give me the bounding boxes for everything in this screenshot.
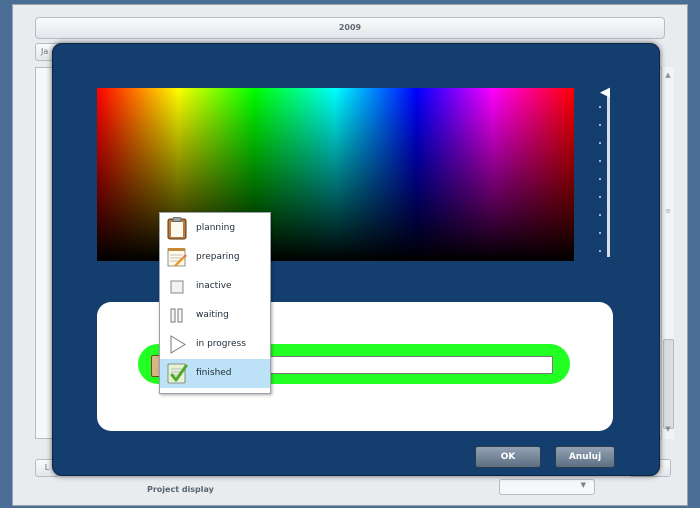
clipboard-icon: [165, 216, 189, 240]
cancel-button[interactable]: Anuluj: [555, 446, 615, 468]
slider-tick: [599, 196, 601, 198]
menu-item-finished[interactable]: finished: [160, 359, 270, 388]
scroll-down-icon[interactable]: ▼: [662, 425, 674, 435]
slider-tick: [599, 250, 601, 252]
scroll-up-icon[interactable]: ▲: [662, 71, 674, 81]
vertical-scrollbar[interactable]: ▲ ≡ ▼: [661, 67, 674, 439]
menu-item-in-progress[interactable]: in progress: [160, 330, 270, 359]
play-icon: [165, 332, 189, 356]
menu-item-label: in progress: [196, 339, 246, 349]
scroll-thumb[interactable]: [663, 339, 674, 429]
slider-tick: [599, 232, 601, 234]
slider-tick: [599, 124, 601, 126]
scroll-grip-icon: ≡: [665, 207, 671, 215]
notepad-pencil-icon: [165, 245, 189, 269]
slider-tick: [599, 142, 601, 144]
menu-item-label: inactive: [196, 281, 232, 291]
slider-tick: [599, 106, 601, 108]
slider-tick: [599, 214, 601, 216]
slider-tick: [599, 160, 601, 162]
menu-item-inactive[interactable]: inactive: [160, 272, 270, 301]
menu-item-label: preparing: [196, 252, 240, 262]
menu-item-preparing[interactable]: preparing: [160, 243, 270, 272]
pause-icon: [165, 303, 189, 327]
checklist-icon: [165, 361, 189, 385]
square-icon: [165, 274, 189, 298]
color-picker-dialog: ◀ OK Anuluj: [52, 43, 660, 476]
menu-item-waiting[interactable]: waiting: [160, 301, 270, 330]
ok-button[interactable]: OK: [475, 446, 541, 468]
menu-item-label: finished: [196, 368, 232, 378]
chevron-down-icon: ▼: [580, 481, 586, 489]
project-name-input[interactable]: [223, 356, 553, 374]
slider-handle-icon[interactable]: ◀: [600, 86, 610, 99]
project-display-select[interactable]: ▼: [499, 479, 595, 495]
year-header[interactable]: 2009: [35, 17, 665, 39]
menu-item-planning[interactable]: planning: [160, 214, 270, 243]
menu-item-label: planning: [196, 223, 236, 233]
slider-tick: [599, 178, 601, 180]
hue-slider-track[interactable]: [607, 92, 610, 257]
project-display-label: Project display: [147, 485, 214, 494]
status-dropdown-menu: planning preparing inactive waiting in p…: [159, 212, 271, 394]
menu-item-label: waiting: [196, 310, 229, 320]
